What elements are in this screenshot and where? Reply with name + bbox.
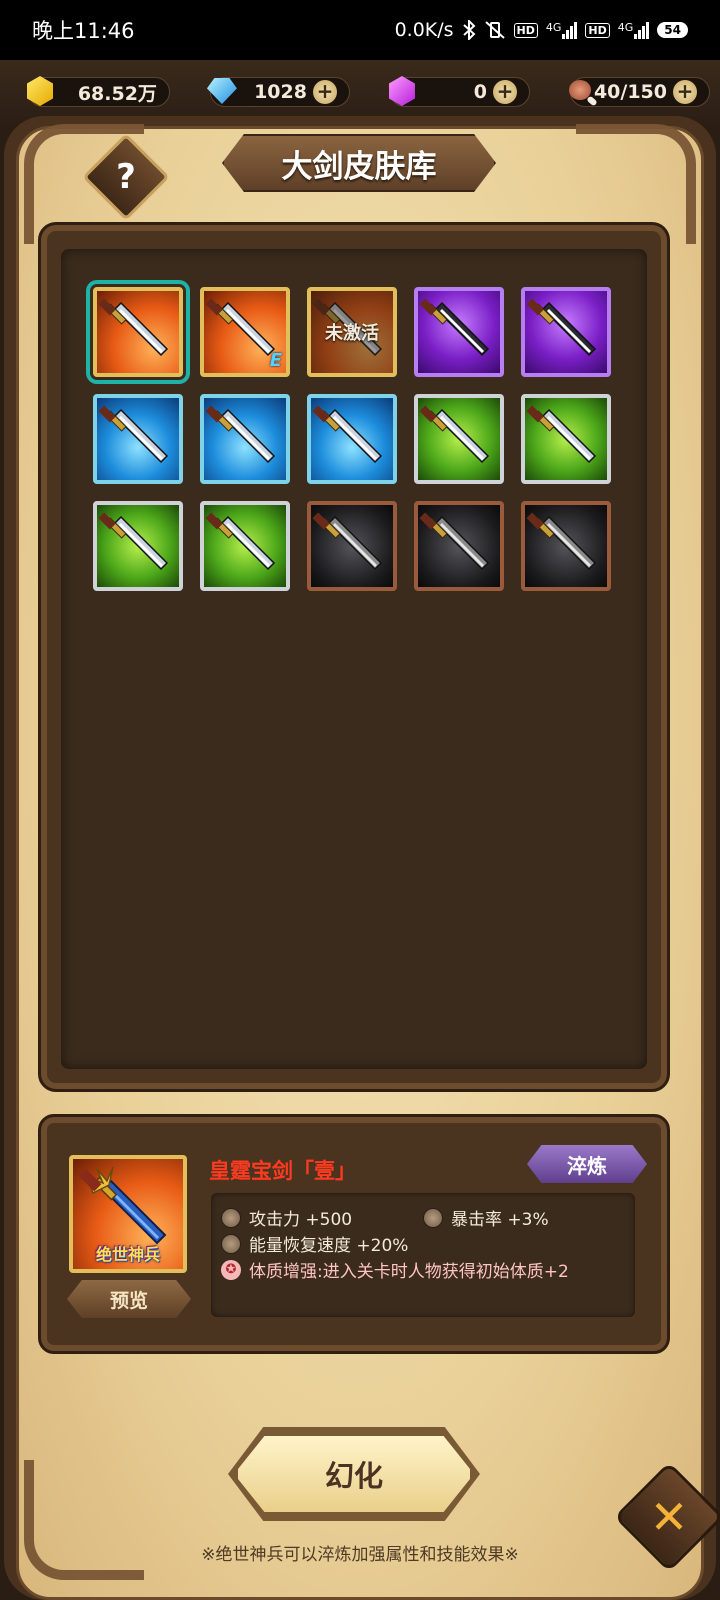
skin-tile[interactable] [307,394,397,484]
skin-grid-panel: E 未激活 [38,222,670,1092]
stat-attack: 攻击力 +500 [221,1205,352,1230]
meat-stamina-icon [563,72,601,110]
sword-icon [204,505,286,587]
diamond-amount: 1028 [254,81,307,103]
add-crystal-button[interactable]: + [492,80,517,104]
inactive-label: 未激活 [311,291,393,373]
preview-button[interactable]: 预览 [67,1280,191,1318]
bluetooth-icon [462,20,476,40]
page-title: 大剑皮肤库 [222,134,496,192]
stamina-amount: 40/150 [593,81,667,103]
diamond-counter: 1028 + [206,77,350,107]
battery-icon: 54 [657,22,688,38]
stat-energy: 能量恢复速度 +20% [221,1231,408,1256]
sword-icon [418,505,500,587]
skin-tile[interactable] [307,501,397,591]
skin-tile[interactable] [414,394,504,484]
blue-diamond-icon [203,72,241,110]
add-diamond-button[interactable]: + [312,80,337,104]
stat-attack-text: 攻击力 +500 [249,1210,353,1230]
stat-energy-text: 能量恢复速度 +20% [249,1236,409,1256]
skin-grid: E 未激活 [61,249,647,1069]
gold-amount: 68.52万 [77,82,157,105]
skin-tile[interactable]: 未激活 [307,287,397,377]
stat-bullet-icon [221,1233,241,1254]
refine-button[interactable]: 淬炼 [527,1145,647,1183]
sword-icon [525,291,607,373]
status-time: 晚上11:46 [32,19,135,43]
crystal-amount: 0 [473,81,487,103]
sword-icon [418,398,500,480]
resource-bar: 68.52万 1028 + 0 + 40/150 + [0,60,720,124]
question-mark-icon: ? [116,157,136,197]
skin-tile[interactable] [86,280,190,384]
stat-bullet-icon [423,1207,443,1228]
skin-tile[interactable] [93,501,183,591]
signal-icon-2: 4G [618,21,650,39]
skin-tile[interactable] [521,287,611,377]
stats-box: 攻击力 +500 暴击率 +3% 能量恢复速度 +20% ✪ 体质增强:进入关卡… [211,1193,635,1317]
signal-icon-1: 4G [546,21,578,39]
stat-crit-text: 暴击率 +3% [451,1210,549,1230]
skin-tile[interactable] [521,501,611,591]
skin-tile[interactable]: E [200,287,290,377]
sword-icon [525,505,607,587]
network-speed: 0.0K/s [394,19,454,41]
sword-icon [525,398,607,480]
sword-icon [97,291,179,373]
skin-mark: E [269,350,282,371]
skin-tile[interactable] [414,287,504,377]
sword-icon [204,398,286,480]
skin-tile[interactable] [200,394,290,484]
gold-counter: 68.52万 [27,76,170,107]
crystal-counter: 0 + [388,76,530,107]
footnote: ※绝世神兵可以淬炼加强属性和技能效果※ [201,1545,519,1565]
hd-badge-2: HD [585,22,610,38]
sword-icon [418,291,500,373]
sword-icon [97,505,179,587]
add-stamina-button[interactable]: + [672,80,697,104]
network-type-2: 4G [617,21,634,34]
transform-button[interactable]: 幻化 [234,1432,474,1516]
stat-bullet-icon [221,1207,241,1228]
skin-tile[interactable] [414,501,504,591]
star-icon: ✪ [221,1259,241,1280]
stat-crit: 暴击率 +3% [423,1205,549,1230]
sword-icon [311,505,393,587]
gold-gem-icon [21,72,59,110]
sword-icon [311,398,393,480]
status-bar: 晚上11:46 0.0K/s HD 4G HD 4G 54 [0,0,720,60]
close-icon: ✕ [649,1490,689,1544]
stamina-counter: 40/150 + [568,77,710,107]
hd-badge-1: HD [513,22,538,38]
skin-name: 皇霆宝剑「壹」 [209,1159,356,1183]
vibrate-muted-icon [484,20,506,40]
skin-detail-panel: 绝世神兵 预览 皇霆宝剑「壹」 淬炼 攻击力 +500 暴击率 +3% 能量恢复… [38,1114,670,1354]
network-type-1: 4G [545,21,562,34]
skin-tile[interactable] [521,394,611,484]
legendary-badge: 绝世神兵 [95,1245,160,1264]
skin-tile[interactable] [200,501,290,591]
skin-tile[interactable] [93,394,183,484]
selected-skin-icon: 绝世神兵 [69,1155,187,1273]
stat-special-text: 体质增强:进入关卡时人物获得初始体质+2 [249,1262,569,1282]
stat-special: ✪ 体质增强:进入关卡时人物获得初始体质+2 [221,1257,569,1282]
sword-icon [97,398,179,480]
pink-crystal-icon [383,72,421,110]
